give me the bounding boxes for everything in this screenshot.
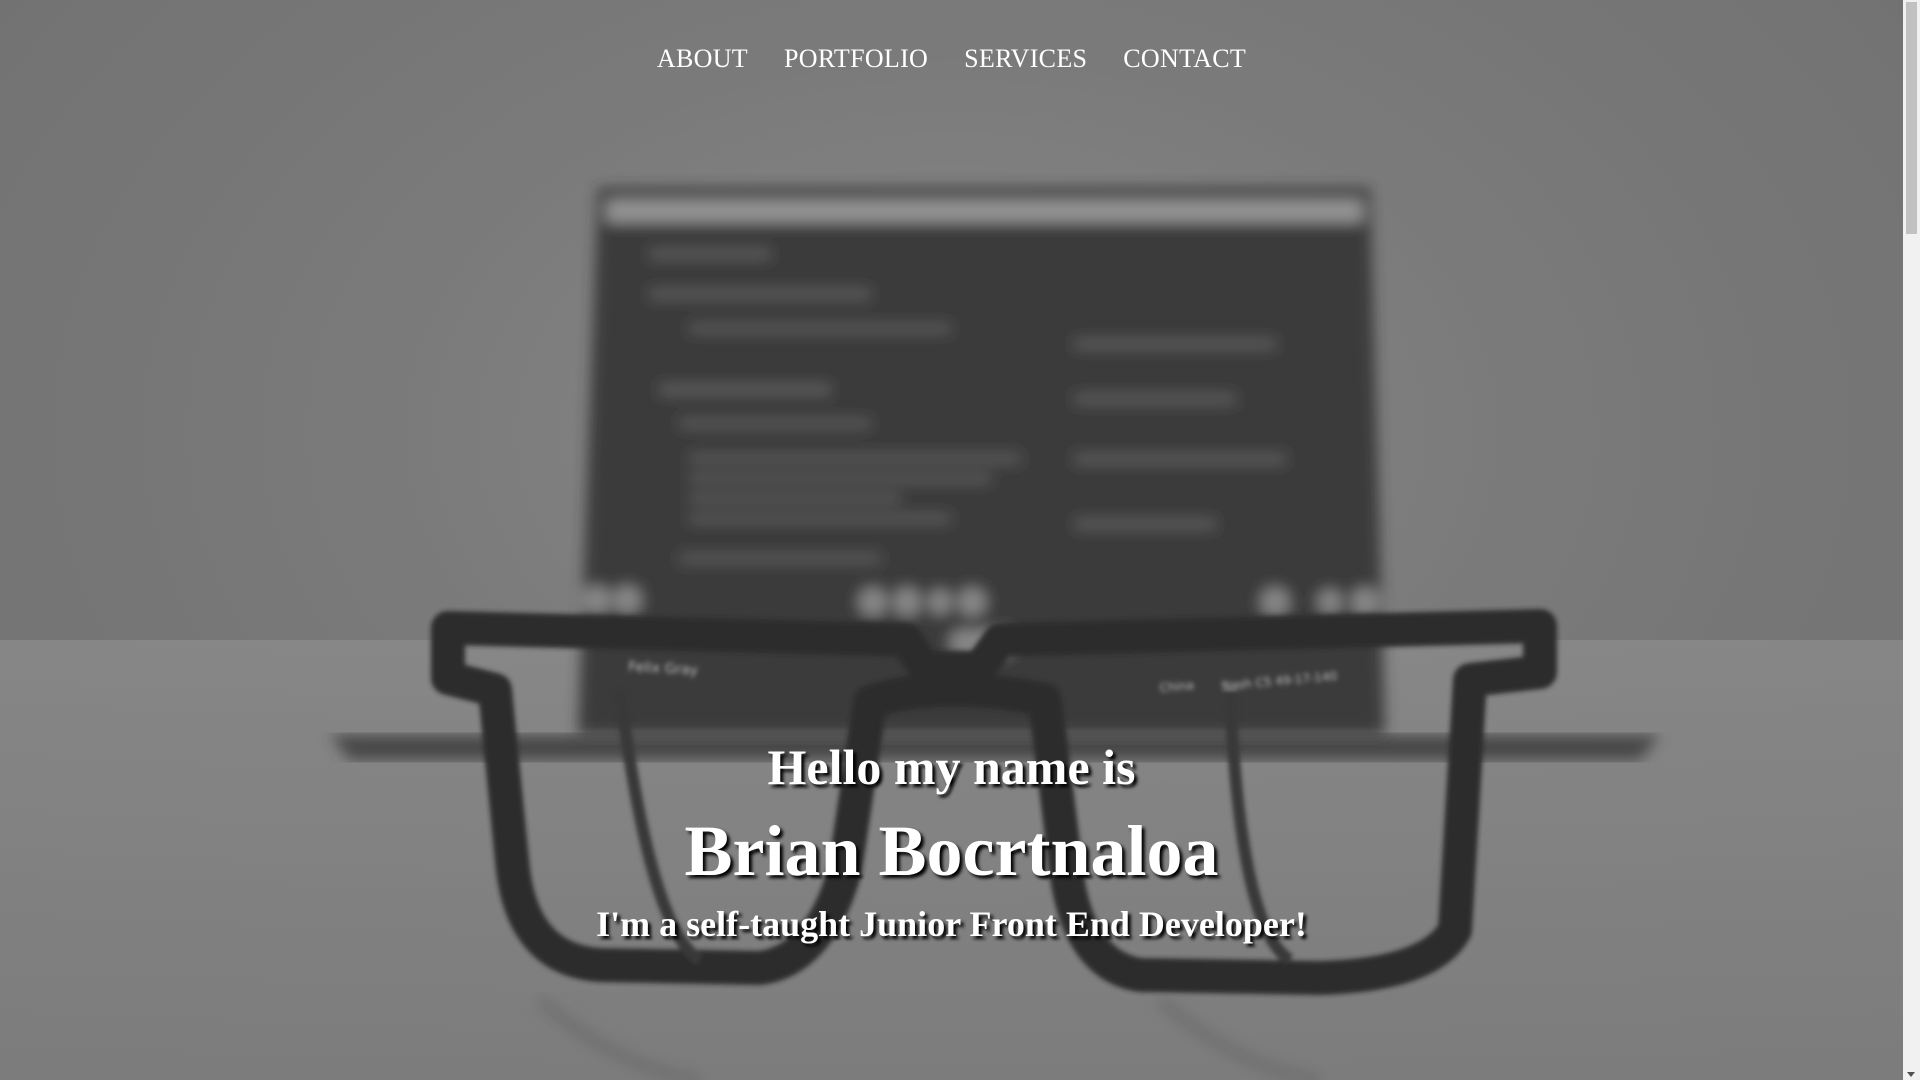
hero-tagline: I'm a self-taught Junior Front End Devel… <box>596 904 1307 944</box>
nav-link-about[interactable]: ABOUT <box>657 44 748 74</box>
nav-link-services[interactable]: SERVICES <box>964 44 1087 74</box>
scrollbar-thumb[interactable] <box>1906 2 1917 234</box>
main-nav: ABOUT PORTFOLIO SERVICES CONTACT <box>0 44 1903 74</box>
nav-link-contact[interactable]: CONTACT <box>1123 44 1246 74</box>
hero-greeting: Hello my name is <box>767 739 1136 795</box>
hero-section: Felix Gray China Nash C5 49-17-140 ABOUT… <box>0 0 1903 1080</box>
page-scrollbar[interactable] <box>1903 0 1920 1080</box>
scroll-down-arrow-icon[interactable] <box>1907 1072 1915 1077</box>
hero-name: Brian Bocrtnaloa <box>684 811 1219 891</box>
nav-link-portfolio[interactable]: PORTFOLIO <box>784 44 928 74</box>
